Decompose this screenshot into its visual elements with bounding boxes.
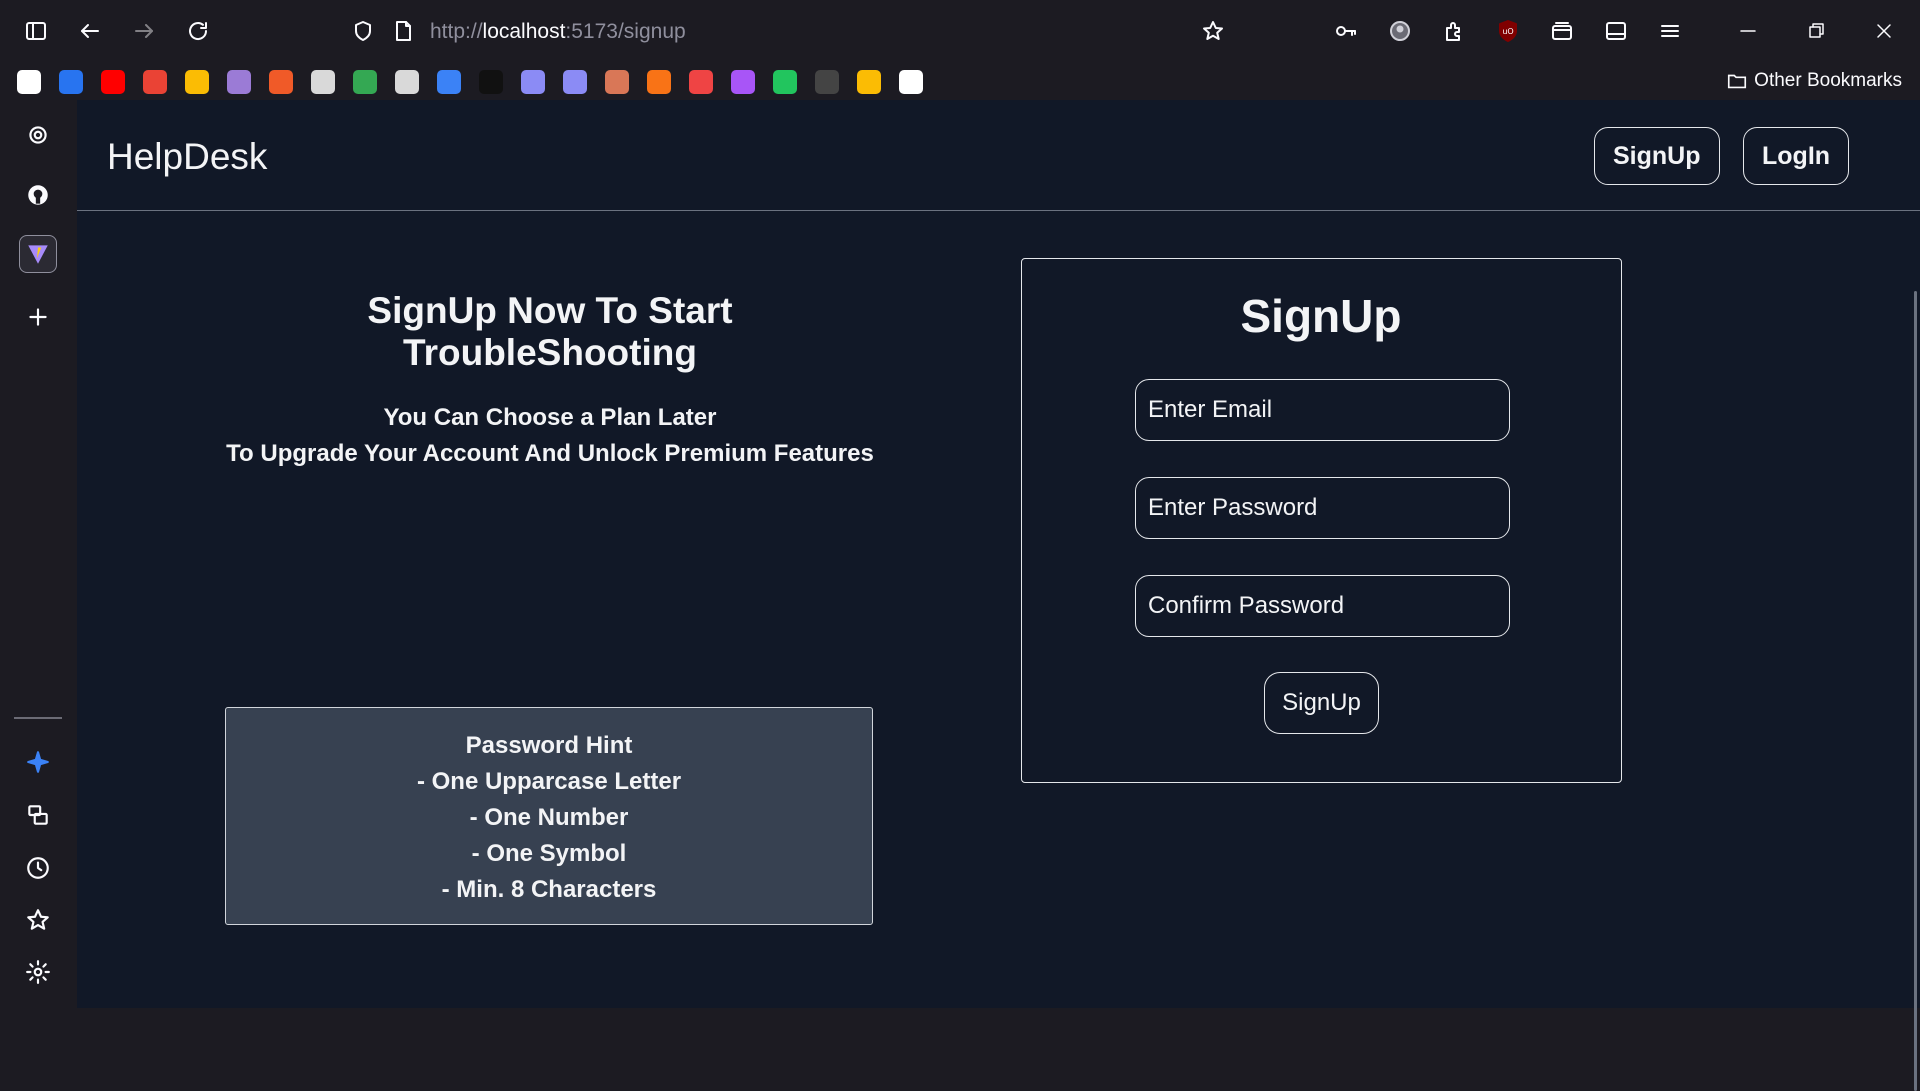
bookmark-youtube-icon[interactable] [101,70,125,94]
bookmark-ghost-icon[interactable] [899,70,923,94]
hint-item: - One Number [469,804,629,831]
email-input[interactable] [1135,379,1510,441]
other-bookmarks-label: Other Bookmarks [1754,70,1902,91]
extensions-icon[interactable] [1436,13,1472,49]
bookmark-drive-icon[interactable] [353,70,377,94]
back-icon[interactable] [72,13,108,49]
plan-subtext: You Can Choose a Plan Later To Upgrade Y… [225,400,875,472]
sidebar-panel-icon[interactable] [1598,13,1634,49]
page-headline: SignUp Now To Start TroubleShooting [367,290,733,373]
history-icon[interactable] [19,849,57,887]
form-title: SignUp [1240,290,1402,342]
bookmark-claude-icon[interactable] [605,70,629,94]
container-tabs-icon[interactable] [1544,13,1580,49]
bookmark-bars-icon[interactable] [773,70,797,94]
page-content: HelpDesk SignUp LogIn SignUp Now To Star… [77,100,1920,1091]
profile-avatar-icon[interactable] [1382,13,1418,49]
hint-item: - Min. 8 Characters [441,876,657,903]
confirm-password-input[interactable] [1135,575,1510,637]
bookmark-x-tool-icon[interactable] [269,70,293,94]
url-text[interactable]: http://localhost:5173/signup [430,20,686,44]
subtext-line-2: To Upgrade Your Account And Unlock Premi… [226,440,874,467]
sidebar-divider [14,717,62,719]
bookmark-amazon-icon[interactable] [17,70,41,94]
chatgpt-icon[interactable] [19,116,57,154]
bookmark-codeium-icon[interactable] [437,70,461,94]
bookmark-globe-icon[interactable] [311,70,335,94]
hint-title: Password Hint [465,732,633,759]
password-hint-box: Password Hint - One Upparcase Letter - O… [225,707,873,925]
bookmark-keep-icon[interactable] [185,70,209,94]
url-bar[interactable]: http://localhost:5173/signup [345,12,1235,50]
brand-logo[interactable]: HelpDesk [107,136,267,178]
bookmark-orange-app-icon[interactable] [647,70,671,94]
nav-signup-button[interactable]: SignUp [1594,127,1720,185]
settings-gear-icon[interactable] [19,953,57,991]
ublock-icon[interactable]: uO [1490,13,1526,49]
folder-icon [1728,74,1747,89]
bookmark-chatgpt-icon[interactable] [395,70,419,94]
bookmark-star-icon[interactable] [1195,13,1231,49]
key-icon[interactable] [1328,13,1364,49]
subtext-line-1: You Can Choose a Plan Later [383,404,717,431]
bookmark-gmail-icon[interactable] [143,70,167,94]
browser-sidebar [0,100,77,1008]
ai-sparkle-icon[interactable] [19,743,57,781]
bookmark-github-icon[interactable] [815,70,839,94]
svg-text:uO: uO [1502,27,1513,36]
bookmark-k-app-icon[interactable] [479,70,503,94]
menu-icon[interactable] [1652,13,1688,49]
bookmark-orb-icon[interactable] [227,70,251,94]
forward-icon[interactable] [126,13,162,49]
bookmarks-bar: Other Bookmarks [0,62,1920,100]
restore-icon[interactable] [1798,13,1834,49]
shield-icon[interactable] [345,13,381,49]
other-bookmarks[interactable]: Other Bookmarks [1726,70,1902,92]
bookmark-loop-icon[interactable] [731,70,755,94]
page-scrollbar[interactable] [1914,291,1917,1091]
app-navbar: HelpDesk SignUp LogIn [77,100,1920,211]
close-icon[interactable] [1866,13,1902,49]
bookmark-linear-2-icon[interactable] [563,70,587,94]
add-panel-icon[interactable] [19,298,57,336]
bookmark-linear-icon[interactable] [521,70,545,94]
signup-submit-button[interactable]: SignUp [1264,672,1379,734]
synced-tabs-icon[interactable] [19,796,57,834]
github-icon[interactable] [19,176,57,214]
nav-login-button[interactable]: LogIn [1743,127,1850,185]
hint-item: - One Symbol [471,840,627,867]
bookmark-play-app-icon[interactable] [689,70,713,94]
bookmarks-star-icon[interactable] [19,901,57,939]
password-input[interactable] [1135,477,1510,539]
hint-item: - One Upparcase Letter [416,768,682,795]
minimize-icon[interactable] [1730,13,1766,49]
bookmark-flipkart-icon[interactable] [59,70,83,94]
vite-icon[interactable] [19,235,57,273]
reload-icon[interactable] [180,13,216,49]
page-info-icon[interactable] [385,13,421,49]
signup-form-card: SignUp SignUp [1021,258,1622,783]
bookmark-photos-icon[interactable] [857,70,881,94]
browser-toolbar: http://localhost:5173/signup uO [0,0,1920,62]
sidebar-toggle-icon[interactable] [18,13,54,49]
